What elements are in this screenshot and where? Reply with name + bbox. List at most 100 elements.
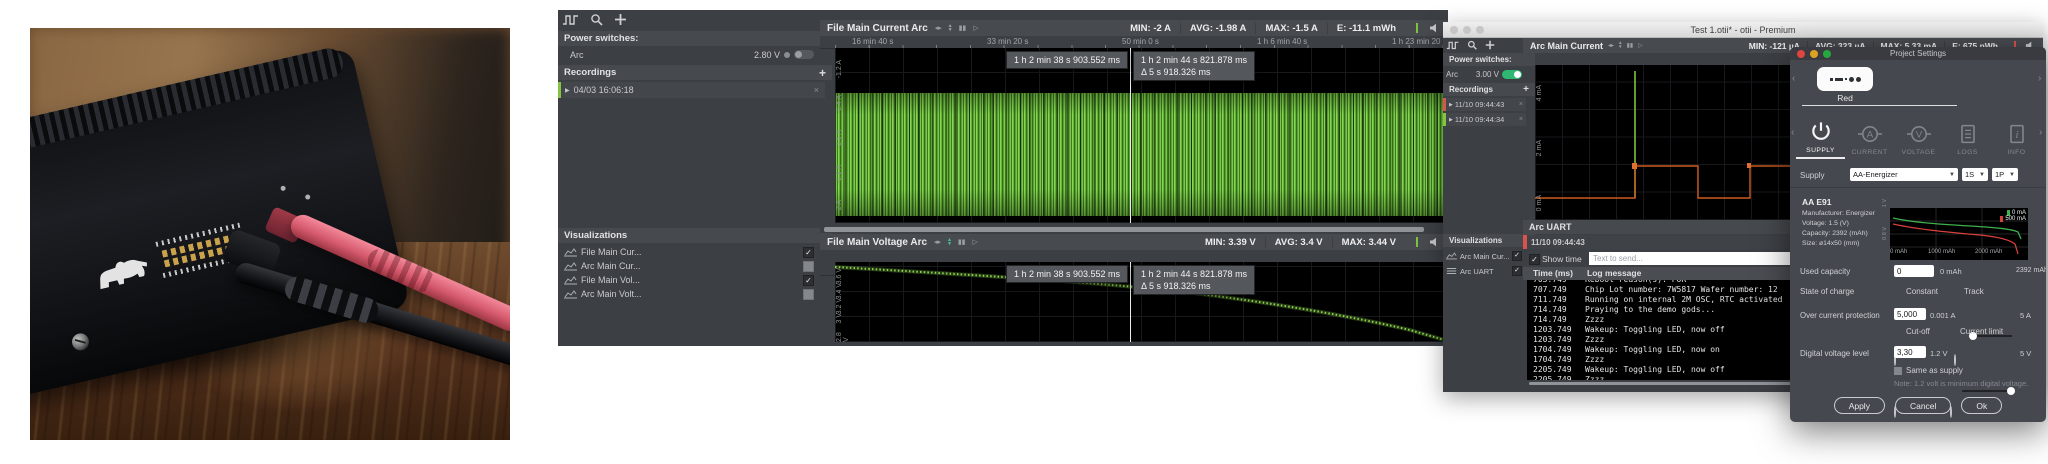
window-titlebar[interactable]: Test 1.otii* - otii - Premium	[1443, 22, 2043, 38]
speaker-icon[interactable]	[1429, 237, 1439, 247]
log-time: 1203.749	[1533, 335, 1572, 344]
zoom-tool-icon[interactable]	[1467, 40, 1478, 50]
fit-horizontal-icon[interactable]: ◂▸	[934, 239, 941, 246]
mid-toolbar	[562, 13, 627, 26]
recording-timestamp: 04/03 16:06:18	[573, 85, 634, 95]
waveform-tool-icon[interactable]	[1446, 40, 1460, 50]
device-next-chevron-icon[interactable]: ›	[2038, 73, 2041, 84]
add-recording-button[interactable]: +	[1523, 84, 1529, 95]
cutoff-label: Cut-off	[1906, 327, 1930, 336]
cursor-line[interactable]	[1130, 48, 1131, 223]
split-view-icon[interactable]: ▮▮	[1627, 43, 1634, 49]
viz-item-arc-main-current[interactable]: Arc Main Cur... ✓	[1443, 249, 1525, 263]
tab-info[interactable]: i INFO	[1992, 109, 2041, 159]
supply-select[interactable]: AA-Energizer ▼	[1850, 168, 1958, 181]
line-chart-icon	[564, 247, 577, 256]
fit-vertical-icon[interactable]: ▴ ▾	[948, 237, 951, 247]
waveform-tool-icon[interactable]	[562, 13, 580, 26]
speaker-icon[interactable]	[1429, 23, 1439, 33]
play-icon[interactable]: ▶	[1449, 102, 1453, 108]
dialog-titlebar[interactable]: Project Settings	[1790, 47, 2046, 60]
viz-checkbox-checked[interactable]: ✓	[803, 246, 814, 258]
y-axis-label: 2 mA	[1536, 140, 1543, 157]
device-thumbnail[interactable]	[1817, 67, 1873, 91]
scrollbar-thumb[interactable]	[1529, 382, 1829, 385]
play-icon[interactable]: ▶	[565, 87, 570, 94]
used-capacity-input[interactable]: 0	[1894, 265, 1934, 277]
close-recording-icon[interactable]: ×	[814, 85, 819, 95]
series-select[interactable]: 1S ▼	[1962, 168, 1988, 181]
tab-logs[interactable]: LOGS	[1943, 109, 1992, 159]
close-dialog-button[interactable]	[1797, 49, 1805, 58]
viz-checkbox-checked[interactable]: ✓	[803, 274, 814, 286]
fit-horizontal-icon[interactable]: ◂▸	[1608, 43, 1614, 49]
viz-checkbox-unchecked[interactable]	[803, 288, 814, 300]
ocp-slider[interactable]	[1962, 387, 2015, 395]
voltage-graph[interactable]: 3.6 V 3.4 V 3.2 V 3 V 2.8 V 1 h 2 min 38…	[835, 262, 1448, 342]
apply-button[interactable]: Apply	[1833, 397, 1885, 414]
zoom-dialog-button[interactable]	[1823, 49, 1831, 58]
tabs-prev-chevron-icon[interactable]: ‹	[1791, 127, 1794, 138]
viz-item-arc-main-current[interactable]: Arc Main Cur...	[558, 259, 820, 273]
close-window-button[interactable]	[1450, 25, 1458, 34]
log-message: Zzzz	[1585, 315, 1605, 324]
window-title: Test 1.otii* - otii - Premium	[1690, 24, 1796, 35]
ok-button[interactable]: Ok	[1961, 397, 2003, 414]
zoom-tool-icon[interactable]	[590, 13, 604, 26]
viz-item-file-main-current[interactable]: File Main Cur... ✓	[558, 245, 820, 259]
play-icon[interactable]: ▶	[1449, 117, 1453, 123]
add-recording-button[interactable]: +	[819, 66, 826, 80]
viz-checkbox-unchecked[interactable]	[803, 260, 814, 272]
dialog-buttons: Apply Cancel Ok	[1790, 397, 2046, 414]
tab-voltage[interactable]: V VOLTAGE	[1894, 109, 1943, 159]
dvl-input[interactable]: 3,30	[1894, 346, 1926, 358]
viz-item-file-main-voltage[interactable]: File Main Vol... ✓	[558, 273, 820, 287]
current-graph[interactable]: -1.2 A -1.4 A -1.6 A -1.8 A -2 A 1 h 2 m…	[835, 48, 1448, 223]
minimize-dialog-button[interactable]	[1810, 49, 1818, 58]
same-as-supply-checkbox[interactable]	[1894, 367, 1902, 375]
ocp-max: 5 A	[2020, 311, 2031, 320]
device-prev-chevron-icon[interactable]: ‹	[1792, 73, 1795, 84]
show-time-checkbox[interactable]: ✓	[1529, 254, 1540, 265]
power-toggle[interactable]	[1502, 69, 1522, 79]
cursor-line[interactable]	[1130, 262, 1131, 342]
device-photo	[30, 28, 510, 440]
scrollbar-thumb[interactable]	[824, 227, 1424, 232]
viz-item-arc-uart[interactable]: Arc UART ✓	[1443, 264, 1525, 278]
minimize-window-button[interactable]	[1463, 25, 1471, 34]
recording-item[interactable]: ▶ 11/10 09:44:43 ×	[1443, 98, 1526, 111]
viz-item-arc-main-voltage[interactable]: Arc Main Volt...	[558, 287, 820, 301]
tab-supply[interactable]: SUPPLY	[1796, 109, 1845, 159]
viz-checkbox-checked[interactable]: ✓	[1512, 251, 1522, 261]
battery-capacity: Capacity: 2392 (mAh)	[1802, 230, 1868, 237]
tab-current[interactable]: A CURRENT	[1845, 109, 1894, 159]
ocp-input[interactable]: 5,000	[1894, 308, 1926, 320]
close-recording-icon[interactable]: ×	[1519, 101, 1523, 108]
log-message: Running on internal 2M OSC, RTC activate…	[1585, 295, 1783, 304]
battery-chart-x-label: 0 mAh	[1890, 249, 1908, 255]
split-view-icon[interactable]: ▮▮	[959, 25, 967, 32]
viz-checkbox-checked[interactable]: ✓	[1512, 266, 1522, 276]
crosshair-tool-icon[interactable]	[614, 13, 627, 26]
cancel-button[interactable]: Cancel	[1894, 397, 1952, 414]
step-icon[interactable]: ▷	[1638, 43, 1643, 49]
fit-horizontal-icon[interactable]: ◂▸	[935, 25, 942, 32]
split-view-icon[interactable]: ▮▮	[958, 239, 966, 246]
crosshair-tool-icon[interactable]	[1485, 40, 1495, 50]
parallel-select[interactable]: 1P ▼	[1992, 168, 2018, 181]
legend-chip-red	[2000, 216, 2004, 222]
right-toolbar	[1446, 40, 1495, 50]
power-toggle[interactable]	[794, 50, 814, 59]
fit-vertical-icon[interactable]: ▴ ▾	[949, 23, 952, 33]
zoom-window-button[interactable]	[1476, 25, 1484, 34]
step-icon[interactable]: ▷	[973, 239, 978, 246]
fit-vertical-icon[interactable]: ▴ ▾	[1619, 41, 1622, 49]
step-icon[interactable]: ▷	[973, 25, 978, 32]
recording-item[interactable]: ▶ 04/03 16:06:18 ×	[558, 82, 825, 98]
power-switch-voltage: 2.80 V	[753, 49, 780, 60]
track-radio[interactable]	[1954, 354, 1956, 366]
close-recording-icon[interactable]: ×	[1519, 116, 1523, 123]
slider-knob[interactable]	[2007, 387, 2015, 395]
horizontal-scrollbar[interactable]	[820, 226, 1448, 233]
recording-item[interactable]: ▶ 11/10 09:44:34 ×	[1443, 113, 1526, 126]
